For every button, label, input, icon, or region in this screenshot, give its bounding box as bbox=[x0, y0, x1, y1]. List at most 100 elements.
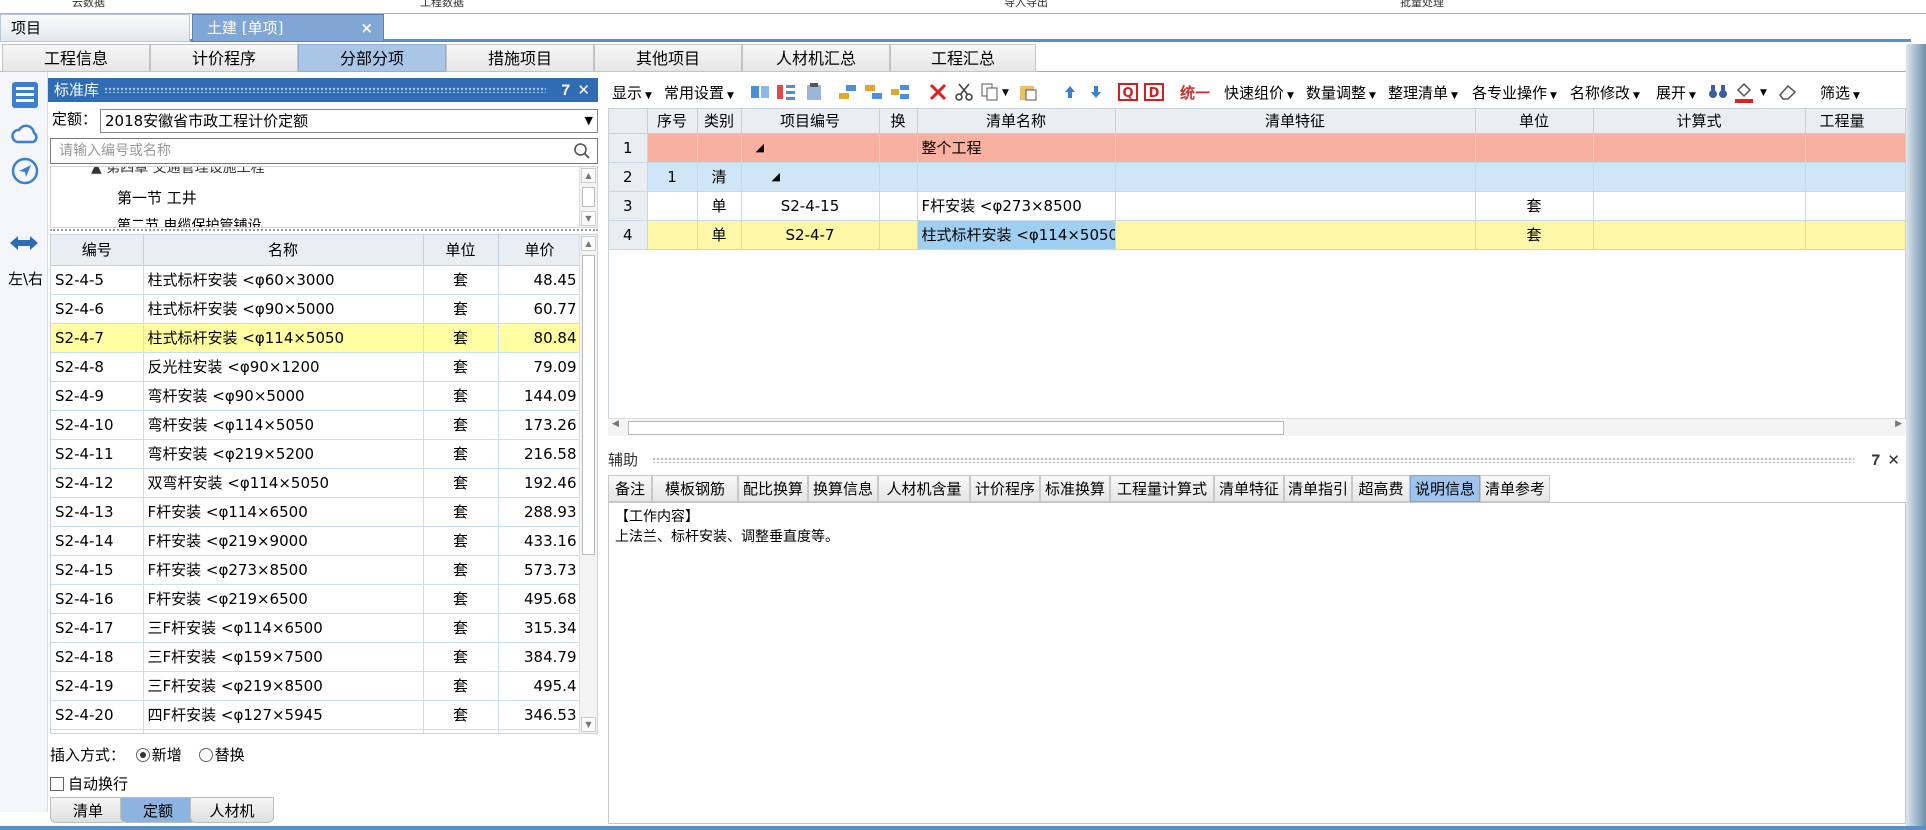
common-settings-menu[interactable]: 常用设置 ▼ bbox=[664, 82, 734, 104]
aux-tab[interactable]: 人材机含量 bbox=[878, 475, 970, 502]
aux-tab[interactable]: 超高费 bbox=[1352, 475, 1410, 502]
scroll-up-icon[interactable]: ▲ bbox=[581, 236, 596, 251]
aux-tab[interactable]: 清单特征 bbox=[1214, 475, 1284, 502]
tab-labor-material-summary[interactable]: 人材机汇总 bbox=[742, 44, 890, 72]
scroll-left-icon[interactable]: ◀ bbox=[612, 419, 619, 429]
table-row[interactable]: S2-4-14 F杆安装 <φ219×9000 套 433.16 bbox=[51, 526, 582, 556]
cell-type[interactable]: 清 bbox=[697, 162, 742, 192]
cell-unit[interactable]: 套 bbox=[1475, 220, 1594, 250]
cell-num[interactable]: 1 bbox=[609, 133, 648, 163]
cell-swap[interactable] bbox=[879, 133, 918, 163]
cell-seq[interactable] bbox=[647, 220, 698, 250]
cell-formula[interactable] bbox=[1593, 133, 1806, 163]
drag-handle[interactable] bbox=[652, 457, 1854, 463]
level-up-icon[interactable] bbox=[864, 83, 884, 101]
swap-horizontal-icon[interactable] bbox=[8, 228, 40, 258]
tab-other-items[interactable]: 其他项目 bbox=[594, 44, 742, 72]
table-scrollbar[interactable]: ▲ ▼ bbox=[579, 235, 597, 733]
radio-replace[interactable]: 替换 bbox=[198, 746, 245, 764]
cell-seq[interactable] bbox=[647, 133, 698, 163]
aux-tab[interactable]: 说明信息 bbox=[1410, 475, 1480, 502]
tab-sub-items[interactable]: 分部分项 bbox=[298, 44, 446, 72]
grid-row[interactable]: 3 单 S2-4-15 F杆安装 <φ273×8500 套 bbox=[609, 191, 1905, 221]
cell-unit[interactable] bbox=[1475, 133, 1594, 163]
col-header[interactable]: 单位 bbox=[423, 235, 499, 266]
cell-swap[interactable] bbox=[879, 220, 918, 250]
col-header[interactable]: 编号 bbox=[51, 235, 144, 266]
cell-type[interactable]: 单 bbox=[697, 220, 742, 250]
scroll-thumb[interactable] bbox=[628, 421, 1284, 435]
tree-item[interactable]: ▲ 第四章 交通管理设施工程 bbox=[91, 167, 265, 177]
aux-tab[interactable]: 模板钢筋 bbox=[652, 475, 738, 502]
grid-row[interactable]: 2 1 清 ◢ bbox=[609, 162, 1905, 192]
file-tab-civil[interactable]: 土建 [单项] × bbox=[192, 14, 384, 42]
level-down-icon[interactable] bbox=[838, 83, 858, 101]
close-icon[interactable]: ✕ bbox=[577, 78, 590, 102]
move-up-icon[interactable] bbox=[1060, 83, 1080, 101]
col-header[interactable]: 换 bbox=[879, 109, 918, 134]
pin-icon[interactable]: 𝟕 bbox=[562, 78, 570, 102]
filter-menu[interactable]: 筛选 ▼ bbox=[1820, 82, 1860, 104]
grid-hscrollbar[interactable]: ◀ ▶ bbox=[608, 418, 1906, 436]
display-menu[interactable]: 显示 ▼ bbox=[612, 82, 652, 104]
aux-tab[interactable]: 标准换算 bbox=[1040, 475, 1110, 502]
close-icon[interactable]: ✕ bbox=[1887, 448, 1900, 472]
aux-tab[interactable]: 备注 bbox=[608, 475, 652, 502]
cell-code[interactable]: S2-4-15 bbox=[741, 191, 880, 221]
navigate-icon[interactable] bbox=[10, 156, 40, 186]
specialty-ops-menu[interactable]: 各专业操作 ▼ bbox=[1472, 82, 1557, 104]
tab-project-summary[interactable]: 工程汇总 bbox=[890, 44, 1036, 72]
qty-adjust-menu[interactable]: 数量调整 ▼ bbox=[1306, 82, 1376, 104]
cell-formula[interactable] bbox=[1593, 191, 1806, 221]
aux-tab[interactable]: 工程量计算式 bbox=[1110, 475, 1214, 502]
table-row[interactable] bbox=[51, 729, 582, 733]
table-row[interactable]: S2-4-6 柱式标杆安装 <φ90×5000 套 60.77 bbox=[51, 294, 582, 324]
tidy-list-menu[interactable]: 整理清单 ▼ bbox=[1388, 82, 1458, 104]
grid-row[interactable]: 1 ◢ 整个工程 bbox=[609, 133, 1905, 163]
delete-icon[interactable] bbox=[928, 83, 948, 101]
col-header[interactable]: 名称 bbox=[143, 235, 424, 266]
cell-name[interactable] bbox=[917, 162, 1116, 192]
tab-measures[interactable]: 措施项目 bbox=[446, 44, 594, 72]
paste-icon[interactable] bbox=[1018, 83, 1038, 101]
corner-cell[interactable] bbox=[609, 109, 648, 134]
cell-feature[interactable] bbox=[1115, 133, 1476, 163]
tab-project-info[interactable]: 工程信息 bbox=[2, 44, 150, 72]
chevron-down-icon[interactable]: ▼ bbox=[1760, 82, 1767, 104]
col-header[interactable]: 单位 bbox=[1475, 109, 1594, 134]
table-row[interactable]: S2-4-11 弯杆安装 <φ219×5200 套 216.58 bbox=[51, 439, 582, 469]
aux-tab[interactable]: 配比换算 bbox=[738, 475, 808, 502]
scroll-thumb[interactable] bbox=[582, 187, 595, 207]
table-row[interactable]: S2-4-9 弯杆安装 <φ90×5000 套 144.09 bbox=[51, 381, 582, 411]
radio-new[interactable]: 新增 bbox=[135, 746, 182, 764]
cell-formula[interactable] bbox=[1593, 162, 1806, 192]
table-row[interactable]: S2-4-19 三F杆安装 <φ219×8500 套 495.4 bbox=[51, 671, 582, 701]
table-row[interactable]: S2-4-16 F杆安装 <φ219×6500 套 495.68 bbox=[51, 584, 582, 614]
cell-formula[interactable] bbox=[1593, 220, 1806, 250]
tab-bill[interactable]: 清单 bbox=[50, 797, 126, 823]
tree-scrollbar[interactable]: ▲ ▼ bbox=[579, 167, 597, 227]
database-icon[interactable] bbox=[10, 80, 40, 110]
tree-item[interactable]: 第一节 工井 bbox=[117, 187, 197, 208]
drag-handle[interactable] bbox=[104, 87, 546, 93]
cell-name[interactable]: 整个工程 bbox=[917, 133, 1116, 163]
rename-menu[interactable]: 名称修改 ▼ bbox=[1570, 82, 1640, 104]
col-header[interactable]: 工程量 bbox=[1805, 109, 1905, 134]
cell-swap[interactable] bbox=[879, 191, 918, 221]
cell-code[interactable]: ◢ bbox=[741, 162, 880, 192]
grid-row[interactable]: 4 单 S2-4-7 柱式标杆安装 <φ114×5050 套 bbox=[609, 220, 1905, 250]
col-header[interactable]: 类别 bbox=[697, 109, 742, 134]
cell-code[interactable]: ◢ bbox=[741, 133, 880, 163]
table-row[interactable]: S2-4-12 双弯杆安装 <φ114×5050 套 192.46 bbox=[51, 468, 582, 498]
top-strip-item[interactable]: 批量处理 bbox=[1400, 0, 1444, 10]
scroll-right-icon[interactable]: ▶ bbox=[1895, 419, 1902, 429]
cell-seq[interactable] bbox=[647, 191, 698, 221]
cell-swap[interactable] bbox=[879, 162, 918, 192]
fill-color-icon[interactable] bbox=[1734, 81, 1754, 103]
cell-num[interactable]: 2 bbox=[609, 162, 648, 192]
table-row[interactable]: S2-4-8 反光柱安装 <φ90×1200 套 79.09 bbox=[51, 352, 582, 382]
level-move-icon[interactable] bbox=[890, 83, 910, 101]
search-input[interactable]: 请输入编号或名称 bbox=[50, 138, 598, 164]
cell-qty[interactable] bbox=[1805, 162, 1905, 192]
table-row[interactable]: S2-4-17 三F杆安装 <φ114×6500 套 315.34 bbox=[51, 613, 582, 643]
